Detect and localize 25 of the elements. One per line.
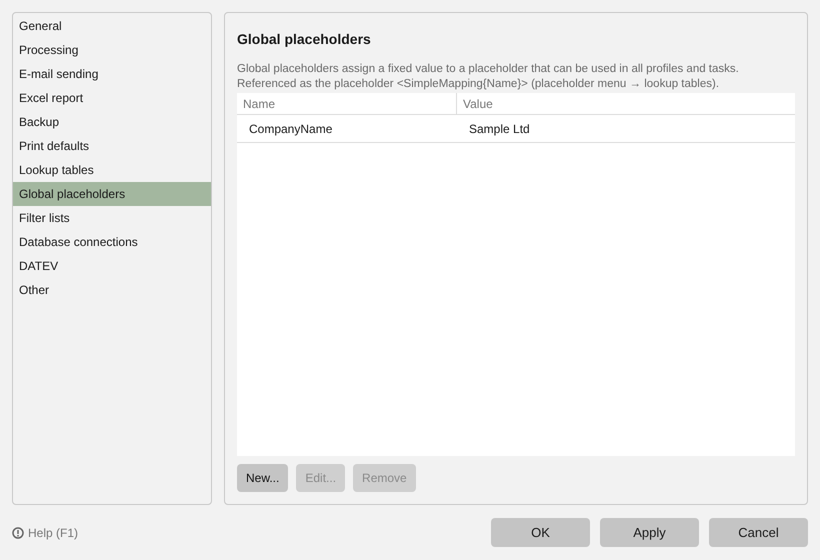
sidebar-item[interactable]: Lookup tables bbox=[13, 158, 211, 182]
table-cell-text: CompanyName bbox=[248, 121, 334, 138]
sidebar-item[interactable]: General bbox=[13, 14, 211, 38]
dialog-button[interactable]: OK bbox=[491, 518, 590, 547]
sidebar-item[interactable]: Processing bbox=[13, 38, 211, 62]
help-link[interactable]: Help (F1) bbox=[28, 524, 78, 542]
sidebar-item[interactable]: Print defaults bbox=[13, 134, 211, 158]
sidebar-item[interactable]: Excel report bbox=[13, 86, 211, 110]
sidebar-item[interactable]: E-mail sending bbox=[13, 62, 211, 86]
sidebar-item[interactable]: Filter lists bbox=[13, 206, 211, 230]
help-icon bbox=[12, 526, 24, 538]
sidebar-item[interactable]: Other bbox=[13, 278, 211, 302]
dialog-button[interactable]: Apply bbox=[600, 518, 699, 547]
column-header[interactable]: Name bbox=[237, 93, 457, 114]
table-cell-text: Sample Ltd bbox=[468, 121, 531, 138]
sidebar-item[interactable]: Database connections bbox=[13, 230, 211, 254]
panel-title: Global placeholders bbox=[237, 30, 371, 49]
action-button[interactable]: New... bbox=[237, 464, 288, 492]
sidebar-item[interactable]: Global placeholders bbox=[13, 182, 211, 206]
description-text: Referenced as the placeholder <SimpleMapping{Name}> (placeholder menu → lookup tables). bbox=[237, 77, 720, 92]
column-header[interactable]: Value bbox=[457, 93, 795, 114]
description-text: Global placeholders assign a fixed value to a placeholder that can be used in all profiles and tasks. bbox=[237, 62, 739, 77]
sidebar-item[interactable]: DATEV bbox=[13, 254, 211, 278]
dialog-button[interactable]: Cancel bbox=[709, 518, 808, 547]
sidebar-item[interactable]: Backup bbox=[13, 110, 211, 134]
